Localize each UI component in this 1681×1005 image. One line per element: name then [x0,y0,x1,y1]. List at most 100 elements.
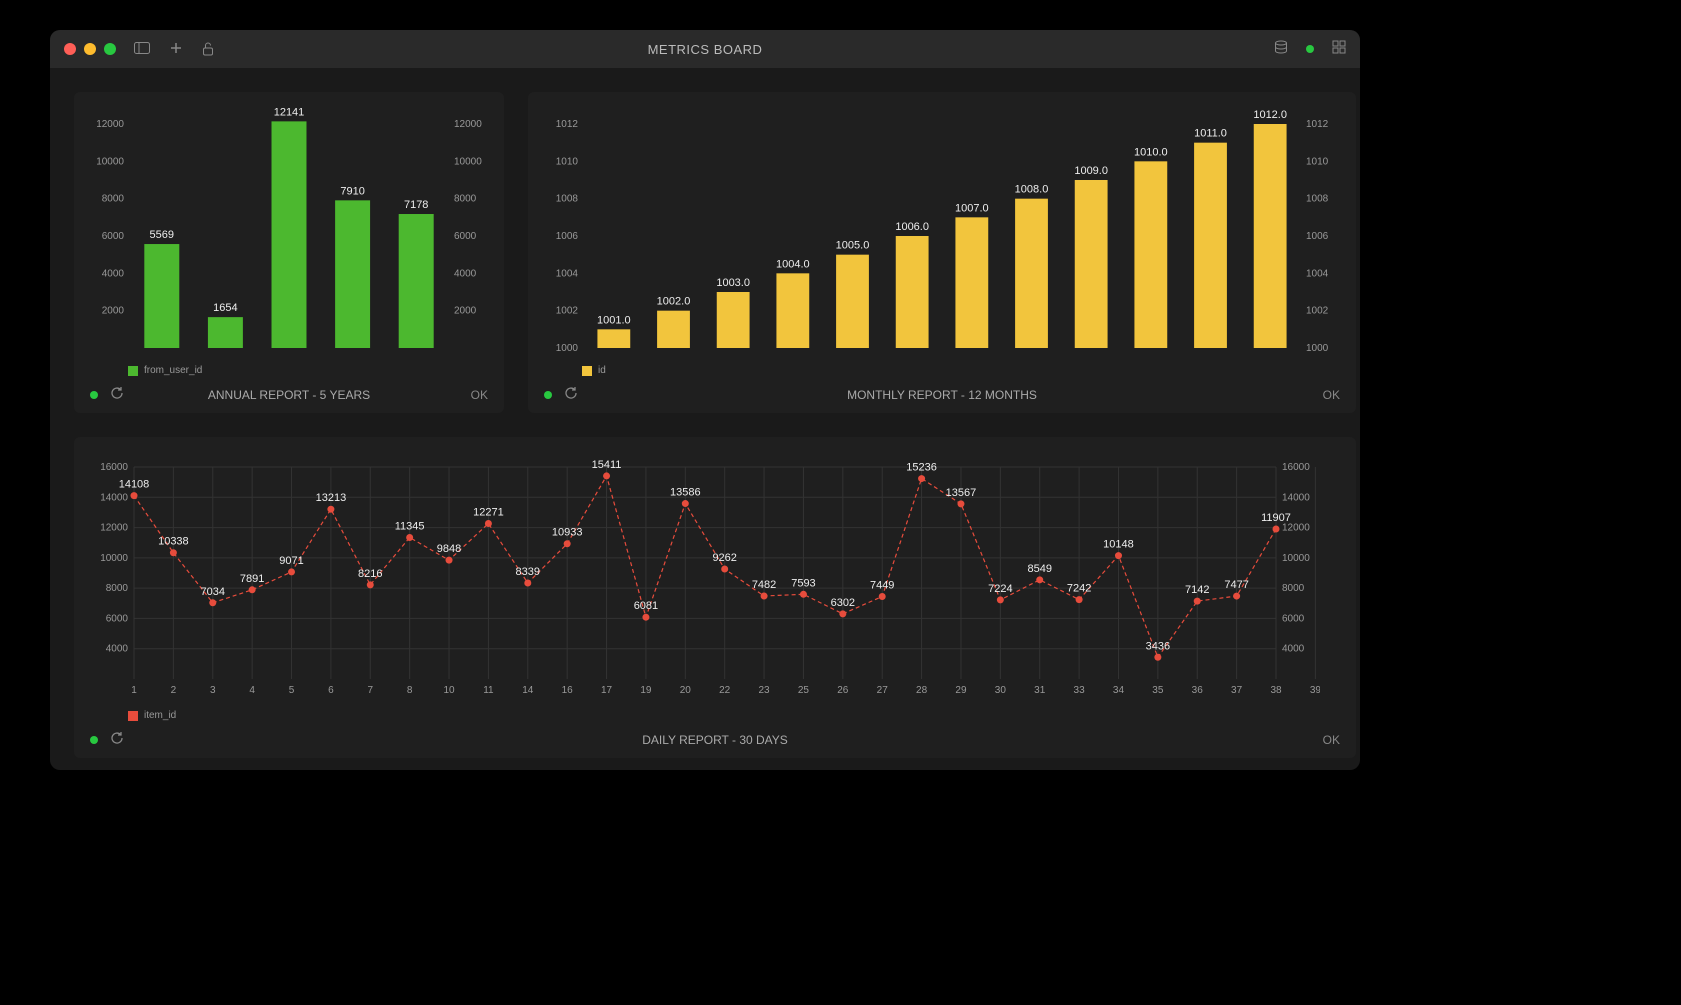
svg-text:1012: 1012 [556,119,579,130]
svg-text:19: 19 [640,685,652,696]
svg-text:12000: 12000 [1282,523,1310,534]
svg-text:25: 25 [798,685,810,696]
annual-legend: from_user_id [128,365,488,376]
monthly-panel-title: MONTHLY REPORT - 12 MONTHS [847,388,1037,402]
zoom-window-button[interactable] [104,43,116,55]
svg-text:10338: 10338 [158,536,189,548]
window-title: METRICS BOARD [648,42,763,57]
svg-text:30: 30 [995,685,1007,696]
daily-legend-label: item_id [144,710,176,721]
daily-status-indicator [90,736,98,744]
app-window: METRICS BOARD 20002000400040006000600080… [50,30,1360,770]
monthly-legend-label: id [598,365,606,376]
svg-text:1000: 1000 [556,343,579,354]
add-icon[interactable] [170,42,182,56]
svg-text:10933: 10933 [552,527,583,539]
daily-line-chart: 4000400060006000800080001000010000120001… [90,451,1320,701]
svg-text:11907: 11907 [1261,512,1291,524]
svg-text:3: 3 [210,685,216,696]
svg-text:7: 7 [367,685,373,696]
svg-text:6000: 6000 [1282,613,1305,624]
svg-text:14000: 14000 [1282,492,1310,503]
svg-text:1012.0: 1012.0 [1253,109,1287,121]
svg-text:7224: 7224 [988,583,1012,595]
close-window-button[interactable] [64,43,76,55]
svg-text:2000: 2000 [102,306,125,317]
annual-bar-chart: 2000200040004000600060008000800010000100… [90,106,488,356]
annual-status-indicator [90,391,98,399]
svg-text:4000: 4000 [102,268,125,279]
svg-text:4000: 4000 [106,644,129,655]
lock-icon[interactable] [202,42,214,56]
svg-text:16: 16 [562,685,574,696]
svg-text:16000: 16000 [1282,462,1310,473]
svg-text:9262: 9262 [712,552,736,564]
svg-text:7482: 7482 [752,579,776,591]
svg-text:16000: 16000 [100,462,128,473]
svg-text:7034: 7034 [201,586,225,598]
svg-text:7477: 7477 [1224,579,1248,591]
svg-text:28: 28 [916,685,928,696]
svg-text:1008: 1008 [556,194,579,205]
svg-text:13567: 13567 [946,487,977,499]
refresh-button[interactable] [110,731,124,748]
svg-text:12271: 12271 [473,506,504,518]
daily-panel-title: DAILY REPORT - 30 DAYS [642,733,788,747]
minimize-window-button[interactable] [84,43,96,55]
svg-text:1006.0: 1006.0 [895,221,929,233]
svg-text:1000: 1000 [1306,343,1329,354]
connection-status-indicator [1306,45,1314,53]
svg-text:2000: 2000 [454,306,477,317]
svg-text:20: 20 [680,685,692,696]
svg-text:23: 23 [759,685,771,696]
svg-text:7593: 7593 [791,577,815,589]
svg-text:1009.0: 1009.0 [1074,165,1108,177]
svg-text:1010: 1010 [556,156,579,167]
sidebar-toggle-icon[interactable] [134,42,150,56]
annual-report-panel: 2000200040004000600060008000800010000100… [74,92,504,413]
svg-text:7242: 7242 [1067,583,1091,595]
svg-text:22: 22 [719,685,731,696]
svg-text:6081: 6081 [634,600,658,612]
svg-text:1008.0: 1008.0 [1015,184,1049,196]
svg-text:37: 37 [1231,685,1243,696]
svg-text:1004.0: 1004.0 [776,258,810,270]
svg-text:1008: 1008 [1306,194,1329,205]
svg-text:10148: 10148 [1103,539,1134,551]
refresh-button[interactable] [110,386,124,403]
daily-legend: item_id [128,710,1340,721]
annual-legend-label: from_user_id [144,365,202,376]
svg-text:1002: 1002 [1306,306,1329,317]
svg-text:1001.0: 1001.0 [597,314,631,326]
svg-text:4000: 4000 [454,268,477,279]
refresh-button[interactable] [564,386,578,403]
svg-text:1011.0: 1011.0 [1194,128,1227,140]
svg-text:6000: 6000 [106,613,129,624]
svg-text:4000: 4000 [1282,644,1305,655]
svg-text:6000: 6000 [102,231,125,242]
monthly-bar-chart: 1000100010021002100410041006100610081008… [544,106,1340,356]
svg-text:7178: 7178 [404,199,428,211]
svg-text:12141: 12141 [274,106,305,118]
svg-text:9848: 9848 [437,543,461,555]
svg-text:8339: 8339 [516,566,540,578]
svg-text:10000: 10000 [454,156,482,167]
grid-icon[interactable] [1332,40,1346,59]
svg-text:7910: 7910 [340,185,364,197]
database-icon[interactable] [1274,40,1288,59]
svg-text:1006: 1006 [1306,231,1329,242]
svg-text:27: 27 [877,685,889,696]
svg-text:1012: 1012 [1306,119,1329,130]
annual-panel-title: ANNUAL REPORT - 5 YEARS [208,388,370,402]
svg-text:33: 33 [1074,685,1086,696]
svg-text:35: 35 [1152,685,1164,696]
svg-text:5569: 5569 [150,229,174,241]
svg-text:34: 34 [1113,685,1125,696]
svg-text:15411: 15411 [592,459,622,471]
svg-text:13586: 13586 [670,487,701,499]
svg-text:10000: 10000 [100,553,128,564]
svg-text:12000: 12000 [454,119,482,130]
monthly-status-indicator [544,391,552,399]
svg-text:7891: 7891 [240,573,264,585]
svg-text:6000: 6000 [454,231,477,242]
